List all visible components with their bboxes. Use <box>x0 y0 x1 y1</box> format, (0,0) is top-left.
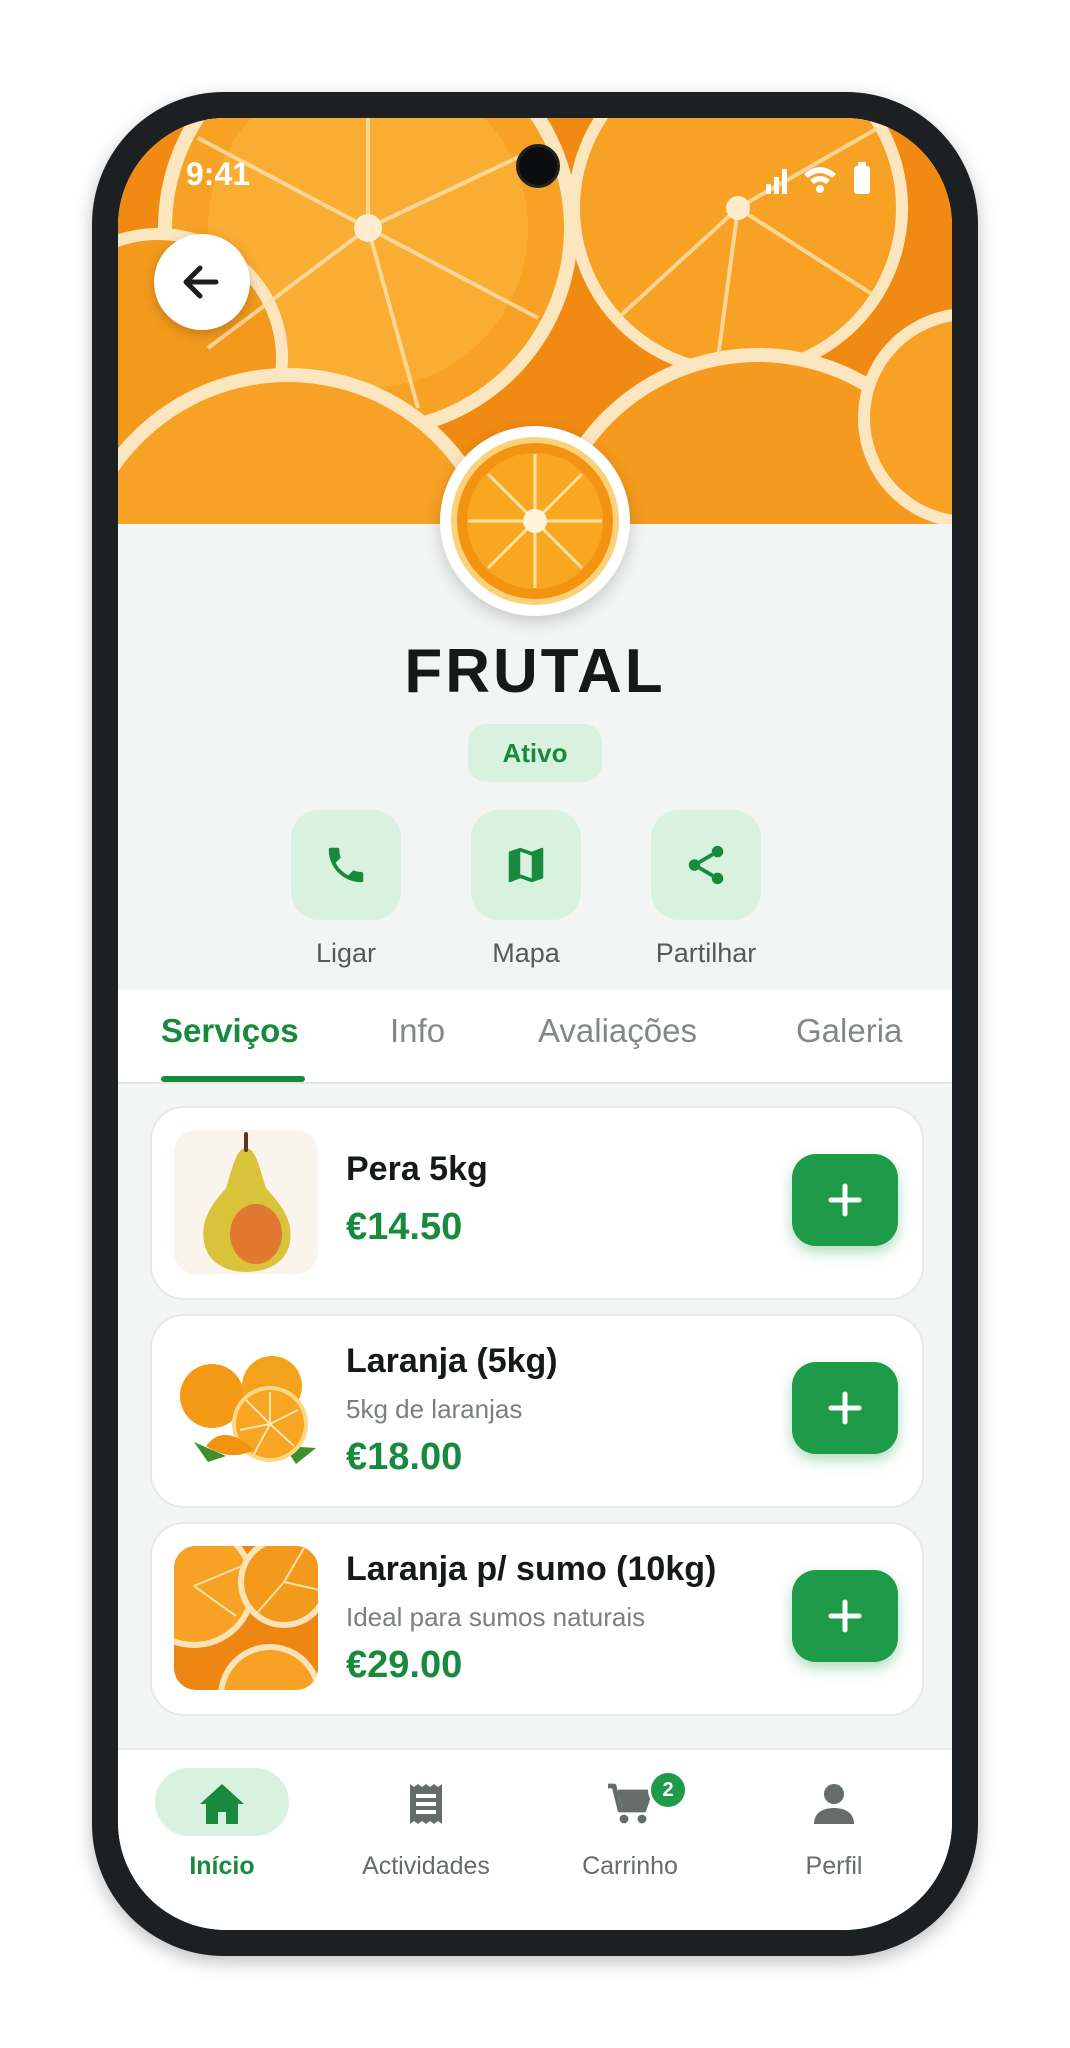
product-name: Pera 5kg <box>346 1150 488 1188</box>
tab-servicos[interactable]: Serviços <box>161 1012 299 1050</box>
product-description: Ideal para sumos naturais <box>346 1602 646 1632</box>
add-to-cart-button[interactable] <box>792 1362 898 1454</box>
active-tab-indicator <box>161 1076 305 1082</box>
app-screen: 9:41 FRUTAL Ativo Ligar Mapa Partilhar S… <box>118 118 952 1930</box>
arrow-left-icon <box>183 265 219 299</box>
nav-label: Início <box>189 1852 255 1880</box>
share-button[interactable] <box>651 810 761 920</box>
cart-count-badge: 2 <box>648 1770 688 1810</box>
plus-icon <box>828 1183 862 1217</box>
pear-image <box>174 1130 318 1274</box>
nav-label: Actividades <box>362 1852 490 1880</box>
call-label: Ligar <box>315 938 377 968</box>
product-description: 5kg de laranjas <box>346 1394 523 1424</box>
nav-label: Carrinho <box>582 1852 678 1880</box>
tab-info[interactable]: Info <box>390 1012 445 1050</box>
tab-avaliacoes[interactable]: Avaliações <box>538 1012 697 1050</box>
orange-slices-image <box>174 1546 318 1690</box>
receipt-icon <box>410 1784 442 1824</box>
store-logo <box>440 426 630 616</box>
front-camera <box>516 144 560 188</box>
orange-slice-icon <box>451 437 619 605</box>
product-card[interactable]: Pera 5kg €14.50 <box>150 1106 924 1300</box>
store-title: FRUTAL <box>404 637 666 706</box>
nav-label: Perfil <box>805 1852 863 1880</box>
plus-icon <box>828 1599 862 1633</box>
back-button[interactable] <box>154 234 250 330</box>
add-to-cart-button[interactable] <box>792 1570 898 1662</box>
product-name: Laranja p/ sumo (10kg) <box>346 1550 717 1588</box>
battery-icon <box>854 162 870 194</box>
nav-carrinho[interactable]: 2 Carrinho <box>540 1768 720 1888</box>
call-button[interactable] <box>291 810 401 920</box>
tab-bar: Serviços Info Avaliações Galeria <box>118 990 952 1084</box>
person-icon <box>814 1784 854 1824</box>
map-button[interactable] <box>471 810 581 920</box>
nav-perfil[interactable]: Perfil <box>744 1768 924 1888</box>
map-action[interactable]: Mapa <box>436 810 616 980</box>
wifi-icon <box>804 167 836 193</box>
share-action[interactable]: Partilhar <box>616 810 796 980</box>
share-icon <box>688 845 724 885</box>
phone-icon <box>328 847 364 883</box>
status-badge: Ativo <box>468 724 602 782</box>
map-label: Mapa <box>492 938 560 968</box>
map-icon <box>508 847 544 883</box>
oranges-image <box>174 1338 318 1482</box>
product-price: €18.00 <box>346 1436 463 1478</box>
add-to-cart-button[interactable] <box>792 1154 898 1246</box>
product-price: €29.00 <box>346 1644 463 1686</box>
share-label: Partilhar <box>655 938 757 968</box>
status-bar: 9:41 <box>118 118 952 238</box>
status-time: 9:41 <box>186 156 251 192</box>
product-card[interactable]: Laranja p/ sumo (10kg) Ideal para sumos … <box>150 1522 924 1716</box>
plus-icon <box>828 1391 862 1425</box>
product-card[interactable]: Laranja (5kg) 5kg de laranjas €18.00 <box>150 1314 924 1508</box>
call-action[interactable]: Ligar <box>256 810 436 980</box>
bottom-navigation: Início Actividades 2 Carrinho Perfil <box>118 1748 952 1930</box>
product-name: Laranja (5kg) <box>346 1342 558 1380</box>
signal-icon <box>766 169 787 194</box>
home-icon <box>200 1784 244 1824</box>
nav-inicio[interactable]: Início <box>132 1768 312 1888</box>
product-price: €14.50 <box>346 1206 463 1248</box>
nav-actividades[interactable]: Actividades <box>336 1768 516 1888</box>
status-icons <box>766 162 870 194</box>
tab-galeria[interactable]: Galeria <box>796 1012 902 1050</box>
cart-icon <box>608 1783 653 1824</box>
